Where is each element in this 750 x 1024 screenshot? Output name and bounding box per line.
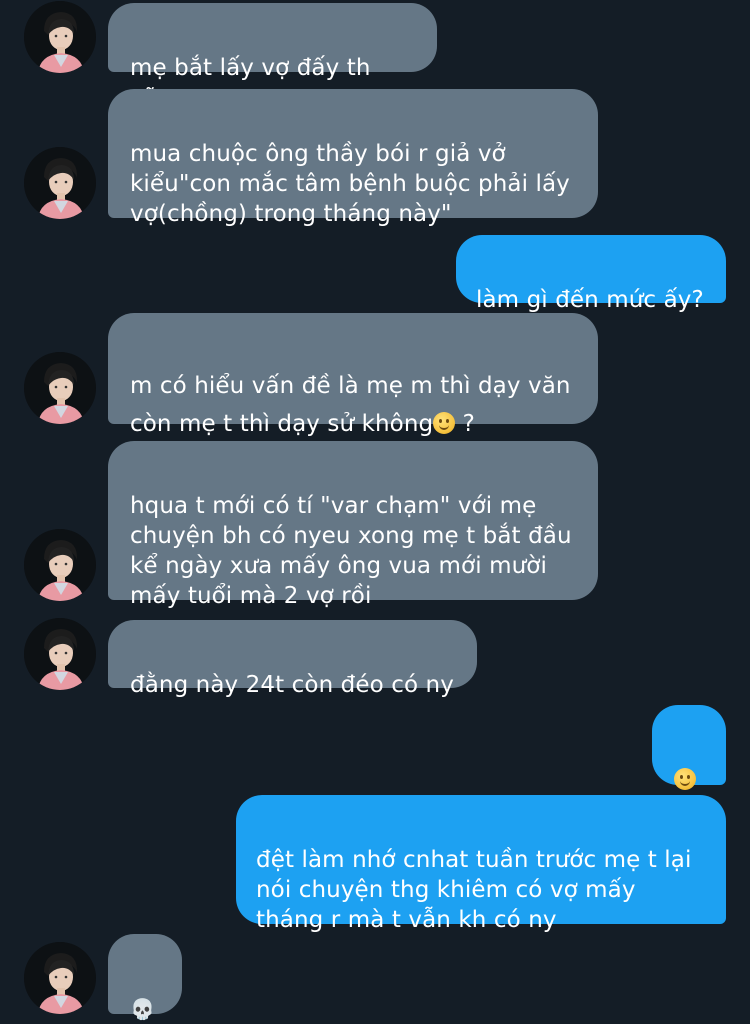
contact-avatar[interactable]	[24, 1, 96, 73]
contact-avatar[interactable]	[24, 618, 96, 690]
incoming-message-bubble[interactable]: hqua t mới có tí "var chạm" với mẹ chuyệ…	[108, 441, 598, 609]
outgoing-message-bubble[interactable]: đệt làm nhớ cnhat tuần trước mẹ t lại nó…	[236, 795, 726, 933]
contact-avatar[interactable]	[24, 147, 96, 219]
message-text: m có hiểu vấn đề là mẹ m thì dạy văn còn…	[130, 373, 571, 437]
skull-icon: 💀	[130, 997, 156, 1021]
contact-avatar[interactable]	[24, 529, 96, 601]
message-text: đằng này 24t còn đéo có ny	[130, 672, 454, 698]
outgoing-message-bubble[interactable]	[652, 705, 726, 790]
contact-avatar[interactable]	[24, 942, 96, 1014]
incoming-message-bubble[interactable]: m có hiểu vấn đề là mẹ m thì dạy văn còn…	[108, 313, 598, 437]
message-text: làm gì đến mức ấy?	[476, 287, 704, 313]
contact-avatar[interactable]	[24, 352, 96, 424]
slightly-smiling-face-icon	[674, 768, 696, 790]
message-text: mua chuộc ông thầy bói r giả vở kiểu"con…	[130, 141, 570, 227]
incoming-message-bubble[interactable]: đằng này 24t còn đéo có ny	[108, 620, 477, 698]
outgoing-message-bubble[interactable]: làm gì đến mức ấy?	[456, 235, 726, 313]
message-text: đệt làm nhớ cnhat tuần trước mẹ t lại nó…	[256, 847, 692, 933]
incoming-message-bubble[interactable]: 💀	[108, 934, 182, 1020]
incoming-message-bubble[interactable]: mẹ bắt lấy vợ đấy th cũy	[108, 3, 437, 111]
slightly-smiling-face-icon	[433, 412, 456, 434]
incoming-message-bubble[interactable]: mua chuộc ông thầy bói r giả vở kiểu"con…	[108, 89, 598, 227]
message-text: hqua t mới có tí "var chạm" với mẹ chuyệ…	[130, 493, 572, 609]
